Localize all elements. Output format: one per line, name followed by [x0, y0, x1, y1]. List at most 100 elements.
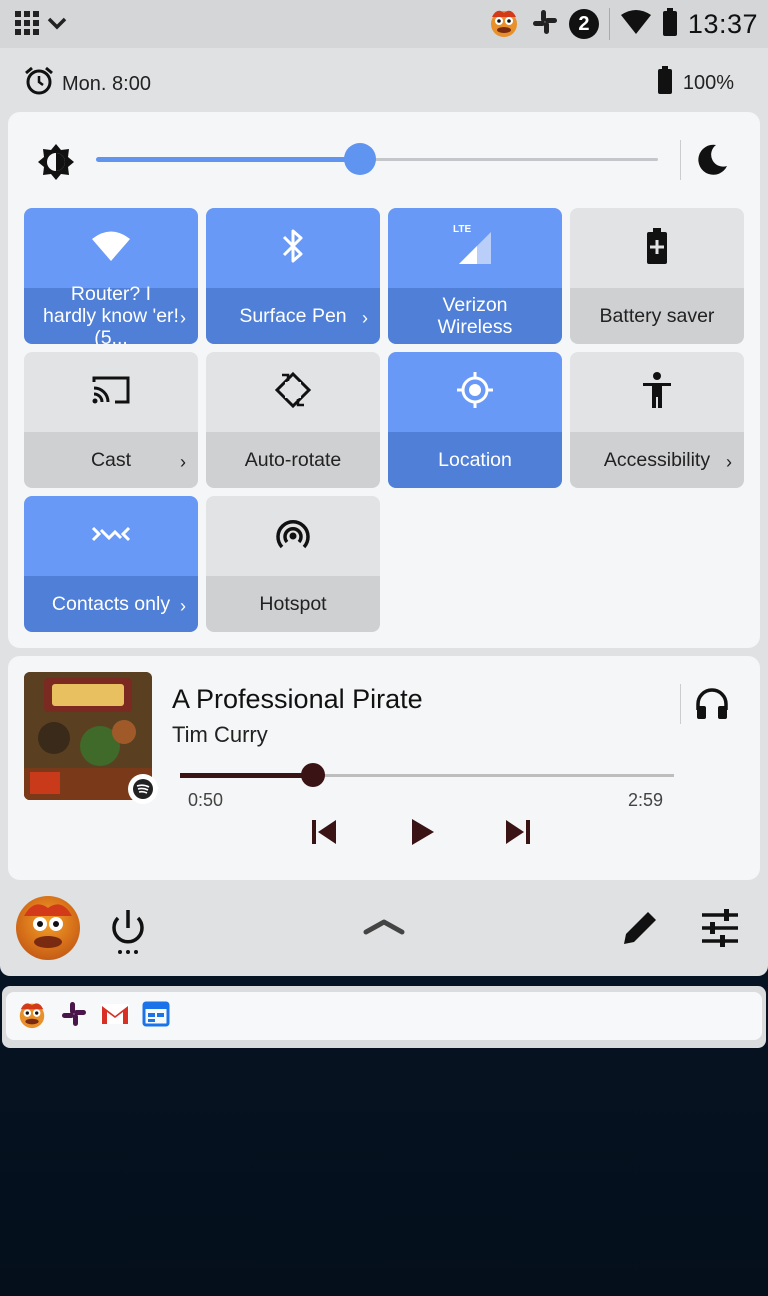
tile-battery-saver-label-area[interactable]: Battery saver: [570, 288, 744, 344]
tile-auto-rotate[interactable]: Auto-rotate: [206, 352, 380, 488]
tile-hotspot[interactable]: Hotspot: [206, 496, 380, 632]
chevron-right-icon: ›: [362, 308, 368, 328]
nearby-share-icon: [91, 522, 131, 551]
skip-next-icon[interactable]: [502, 814, 534, 855]
play-icon[interactable]: [406, 814, 438, 855]
tile-bluetooth[interactable]: Surface Pen ›: [206, 208, 380, 344]
status-right: 2 13:37: [487, 4, 758, 44]
location-icon: [455, 370, 495, 415]
brightness-slider-fill: [96, 157, 361, 162]
song-artist: Tim Curry: [172, 722, 268, 747]
status-divider: [608, 8, 610, 40]
notification-icons-row[interactable]: [6, 992, 762, 1040]
battery-status[interactable]: 100%: [657, 66, 734, 100]
tile-battery-saver-top[interactable]: [570, 208, 744, 288]
wifi-icon: [620, 9, 652, 40]
apps-grid-icon[interactable]: [14, 10, 40, 41]
headphones-icon[interactable]: [694, 686, 730, 727]
chevron-down-icon[interactable]: [46, 12, 68, 39]
calendar-icon: [142, 1000, 170, 1033]
tile-location-label-area[interactable]: Location: [388, 432, 562, 488]
tile-bluetooth-label-area[interactable]: Surface Pen ›: [206, 288, 380, 344]
tile-nearby-share-top[interactable]: [24, 496, 198, 576]
tile-cast-label-area[interactable]: Cast ›: [24, 432, 198, 488]
alarm-text: Mon. 8:00: [62, 72, 151, 95]
qs-divider: [680, 140, 681, 180]
tile-mobile-data-label-area[interactable]: Verizon Wireless: [388, 288, 562, 344]
tile-cast-top[interactable]: [24, 352, 198, 432]
tile-accessibility[interactable]: Accessibility ›: [570, 352, 744, 488]
notification-shade: 2 13:37 Mon. 8:00 100% Router? I hardly …: [0, 0, 768, 976]
seek-bar-knob[interactable]: [301, 763, 326, 787]
tile-label: Contacts only: [51, 593, 171, 615]
battery-saver-icon: [646, 227, 668, 269]
current-time: 0:50: [188, 790, 224, 810]
tile-nearby-share[interactable]: Contacts only ›: [24, 496, 198, 632]
tile-location-top[interactable]: [388, 352, 562, 432]
avatar[interactable]: [16, 896, 80, 960]
status-left: [14, 10, 68, 41]
media-player-card[interactable]: A Professional Pirate Tim Curry 0:50 2:5…: [8, 656, 760, 880]
bluetooth-icon: [279, 227, 307, 270]
settings-sliders-icon[interactable]: [700, 908, 740, 953]
tile-mobile-data[interactable]: LTE Verizon Wireless: [388, 208, 562, 344]
seek-bar-fill: [180, 773, 314, 778]
dark-mode-moon-icon[interactable]: [694, 142, 730, 183]
tile-auto-rotate-top[interactable]: [206, 352, 380, 432]
accessibility-icon: [641, 371, 673, 414]
tile-wifi-label-area[interactable]: Router? I hardly know 'er! (5... ›: [24, 283, 198, 344]
hotspot-icon: [274, 517, 312, 556]
tile-wifi[interactable]: Router? I hardly know 'er! (5... ›: [24, 208, 198, 344]
tile-label: Verizon Wireless: [437, 294, 513, 338]
tile-label: Surface Pen: [239, 305, 347, 327]
alarm-clock-icon: [24, 66, 54, 102]
tile-label: Router? I hardly know 'er! (5...: [43, 283, 179, 344]
tile-wifi-top[interactable]: [24, 208, 198, 288]
cast-icon: [91, 374, 131, 411]
tile-location[interactable]: Location: [388, 352, 562, 488]
brightness-icon: [36, 142, 76, 187]
battery-icon: [662, 7, 678, 41]
info-row: Mon. 8:00 100%: [0, 56, 768, 104]
tile-mobile-data-top[interactable]: LTE: [388, 208, 562, 288]
next-alarm[interactable]: Mon. 8:00: [24, 66, 151, 102]
slack-icon: [60, 1000, 88, 1033]
brightness-slider[interactable]: [96, 143, 658, 175]
status-bar: 2 13:37: [0, 0, 768, 48]
tile-label: Accessibility: [603, 449, 711, 471]
power-icon[interactable]: [108, 908, 148, 961]
total-time: 2:59: [628, 790, 664, 810]
notification-strip[interactable]: [2, 986, 766, 1048]
tile-auto-rotate-label-area[interactable]: Auto-rotate: [206, 432, 380, 488]
tile-battery-saver[interactable]: Battery saver: [570, 208, 744, 344]
chevron-right-icon: ›: [180, 596, 186, 616]
lte-label: LTE: [453, 224, 472, 235]
tile-label: Battery saver: [599, 305, 715, 327]
chevron-right-icon: ›: [726, 452, 732, 472]
chevron-right-icon: ›: [180, 452, 186, 472]
seek-bar[interactable]: [180, 763, 674, 787]
tile-label: Hotspot: [259, 593, 327, 615]
collapse-chevron-icon[interactable]: [362, 914, 406, 943]
tile-bluetooth-top[interactable]: [206, 208, 380, 288]
tile-hotspot-top[interactable]: [206, 496, 380, 576]
skip-previous-icon[interactable]: [308, 814, 340, 855]
muppet-app-icon: [16, 998, 48, 1035]
tile-label: Cast: [90, 449, 132, 471]
qs-footer: [0, 892, 768, 964]
spotify-icon: [128, 774, 158, 804]
gmail-icon: [100, 1002, 130, 1031]
tile-nearby-share-label-area[interactable]: Contacts only ›: [24, 576, 198, 632]
brightness-slider-knob[interactable]: [344, 143, 377, 175]
edit-icon[interactable]: [620, 908, 660, 953]
chevron-right-icon: ›: [180, 308, 186, 328]
battery-percent: 100%: [682, 71, 734, 94]
tile-accessibility-top[interactable]: [570, 352, 744, 432]
muppet-app-icon: [487, 5, 521, 44]
tile-hotspot-label-area[interactable]: Hotspot: [206, 576, 380, 632]
tile-label: Auto-rotate: [244, 449, 342, 471]
lte-signal-icon: LTE: [453, 224, 495, 268]
tile-accessibility-label-area[interactable]: Accessibility ›: [570, 432, 744, 488]
quick-settings-panel: Router? I hardly know 'er! (5... › Surfa…: [8, 112, 760, 648]
tile-cast[interactable]: Cast ›: [24, 352, 198, 488]
